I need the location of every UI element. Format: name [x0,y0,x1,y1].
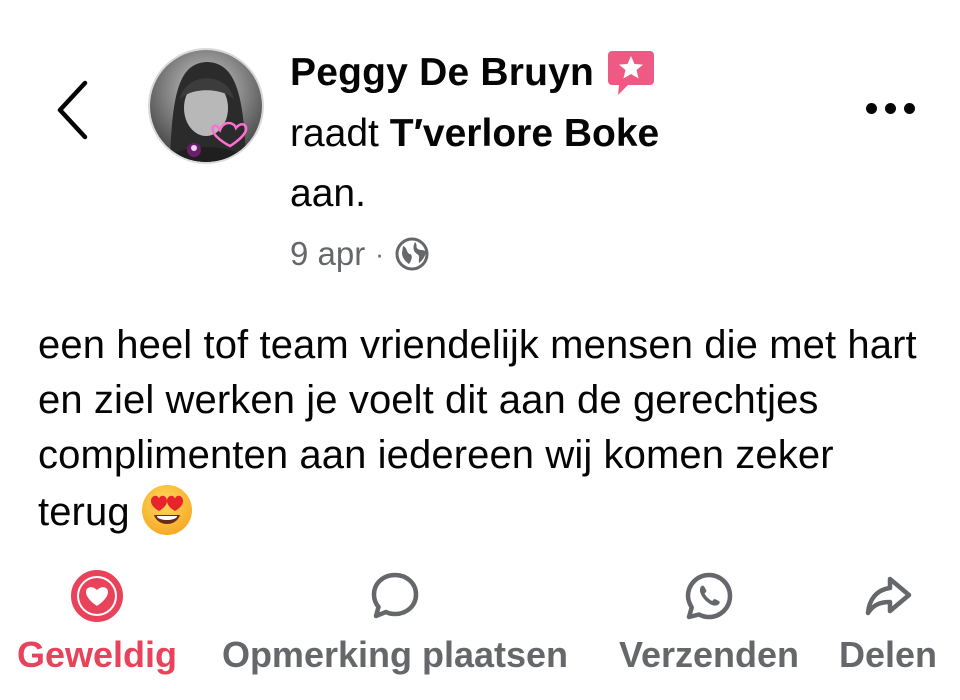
share-button[interactable]: Delen [832,570,944,676]
like-label: Geweldig [16,634,178,675]
globe-icon [395,237,429,271]
review-body: een heel tof team vriendelijk mensen die… [38,318,928,540]
author-name[interactable]: Peggy De Bruyn [290,51,594,95]
post-meta: 9 apr · [290,230,830,278]
comment-button[interactable]: Opmerking plaatsen [202,570,588,676]
comment-label: Opmerking plaatsen [221,634,569,675]
chevron-left-icon [57,80,88,140]
post-date[interactable]: 9 apr [290,235,365,273]
like-button[interactable]: Geweldig [8,570,186,676]
more-horizontal-icon [862,102,919,114]
send-label: Verzenden [618,634,800,675]
heart-eyes-emoji [141,485,192,535]
more-options-button[interactable] [850,88,930,128]
avatar[interactable] [148,48,264,164]
recommend-verb: raadt [290,112,379,155]
back-button[interactable] [42,70,102,150]
recommend-suffix: aan. [290,172,366,215]
comment-bubble-icon [371,572,419,619]
avatar-photo [150,50,262,162]
share-label: Delen [838,634,938,675]
post-screen: Peggy De Bruyn raadt T′verlore Boke aan.… [0,0,960,700]
send-button[interactable]: Verzenden [606,570,812,676]
star-badge-icon[interactable] [606,47,656,99]
post-header: Peggy De Bruyn raadt T′verlore Boke aan.… [290,42,830,278]
author-line: Peggy De Bruyn [290,42,830,104]
page-name-link[interactable]: T′verlore Boke [390,112,659,155]
meta-separator: · [375,238,384,269]
whatsapp-icon [685,572,733,620]
heart-reaction-icon [71,570,123,622]
recommendation-line: raadt T′verlore Boke aan. [290,104,830,224]
share-arrow-icon [865,576,912,616]
post-action-bar: Geweldig Opmerking plaatsen Verzenden De… [0,570,960,690]
